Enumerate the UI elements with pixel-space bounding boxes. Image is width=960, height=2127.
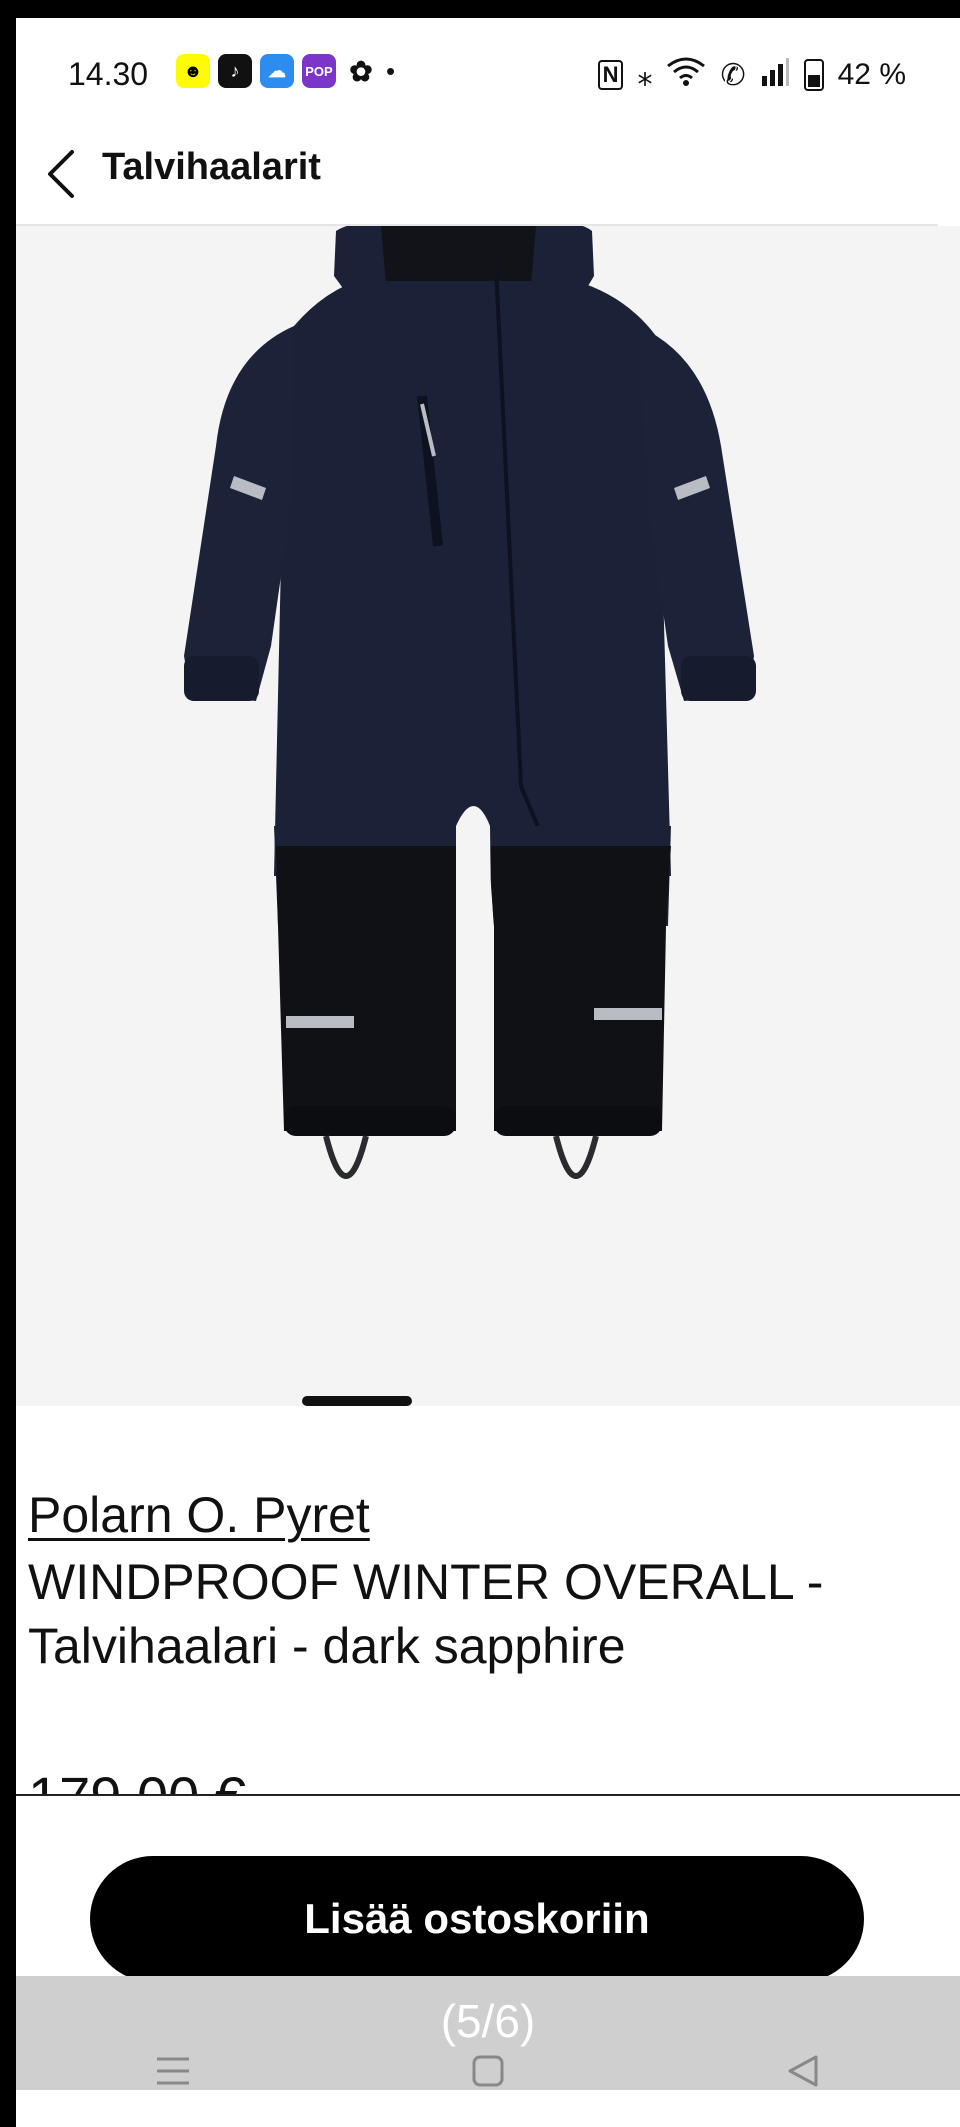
top-app-bar: Talvihaalarit [16, 128, 938, 226]
snapchat-icon: ☻ [176, 54, 210, 88]
page-title: Talvihaalarit [102, 146, 321, 188]
home-button[interactable] [428, 2041, 548, 2101]
tiktok-icon: ♪ [218, 54, 252, 88]
status-time: 14.30 [68, 56, 149, 92]
signal-icon [760, 56, 790, 94]
winter-overall-image [184, 226, 756, 1179]
app-screen: 14.30 ☻ ♪ ☁ POP ✿ • N ⁎ ✆ 42 % Talvihaal… [16, 18, 960, 2127]
recents-button[interactable] [113, 2041, 233, 2101]
chevron-left-icon [48, 150, 74, 198]
bluetooth-icon: ⁎ [637, 58, 653, 92]
back-triangle-icon [788, 2055, 818, 2087]
system-back-button[interactable] [743, 2041, 863, 2101]
wifi-call-icon: ✆ [720, 58, 746, 92]
status-app-icons: ☻ ♪ ☁ POP ✿ • [176, 54, 395, 88]
system-navigation-bar [16, 2036, 960, 2106]
home-square-icon [472, 2055, 504, 2087]
add-to-cart-button[interactable]: Lisää ostoskoriin [90, 1856, 864, 1982]
product-image-gallery[interactable] [16, 226, 960, 1406]
pop-icon: POP [302, 54, 336, 88]
menu-lines-icon [157, 2057, 190, 2085]
gallery-scroll-indicator [302, 1396, 412, 1406]
status-right: N ⁎ ✆ 42 % [597, 56, 906, 94]
product-name: WINDPROOF WINTER OVERALL - Talvihaalari … [28, 1554, 824, 1674]
cloud-icon: ☁ [260, 54, 294, 88]
battery-percent: 42 % [837, 58, 906, 91]
back-button[interactable] [30, 142, 90, 206]
nfc-icon: N [597, 60, 624, 90]
fan-icon: ✿ [349, 55, 373, 87]
status-bar: 14.30 ☻ ♪ ☁ POP ✿ • N ⁎ ✆ 42 % [16, 18, 960, 128]
brand-link[interactable]: Polarn O. Pyret [28, 1486, 370, 1544]
battery-icon [803, 59, 824, 91]
bottom-action-panel: Lisää ostoskoriin (5/6) [16, 1794, 960, 2127]
notification-dot-icon: • [386, 55, 396, 86]
wifi-icon [666, 56, 706, 94]
